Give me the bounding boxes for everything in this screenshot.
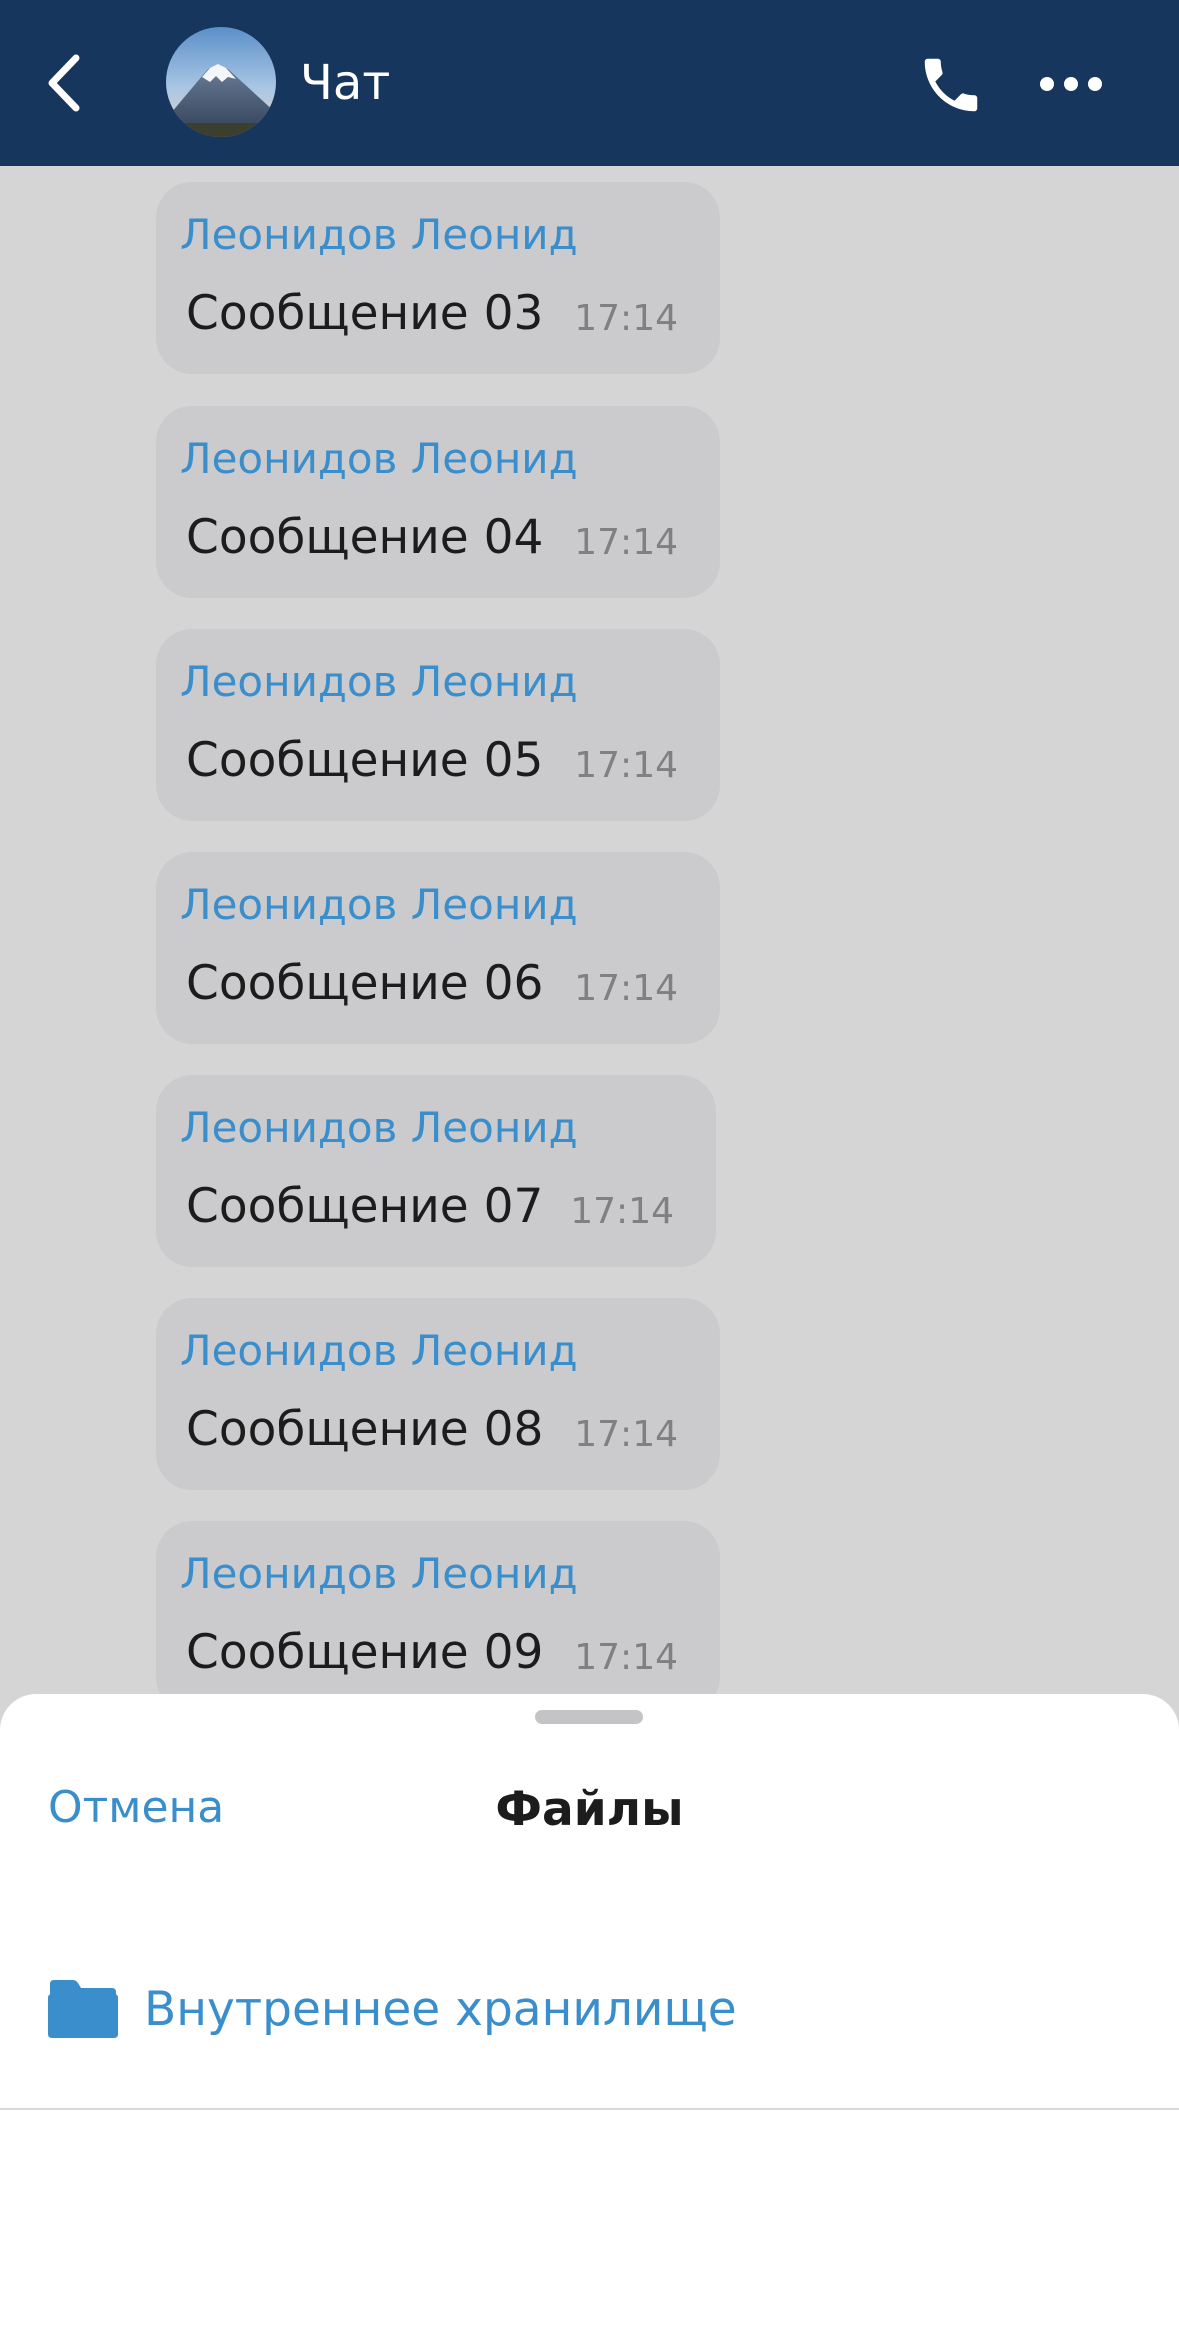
message-time: 17:14	[574, 1637, 678, 1678]
avatar[interactable]	[166, 27, 276, 137]
message-text: Сообщение 08	[186, 1402, 544, 1457]
internal-storage-item[interactable]: Внутреннее хранилище	[0, 1944, 1179, 2104]
message-time: 17:14	[574, 1414, 678, 1455]
message-time: 17:14	[574, 298, 678, 339]
message-text: Сообщение 03	[186, 286, 544, 341]
mountain-avatar-image	[166, 27, 276, 137]
phone-icon	[924, 58, 978, 112]
message-sender[interactable]: Леонидов Леонид	[180, 1324, 578, 1378]
message-time: 17:14	[574, 968, 678, 1009]
back-button[interactable]	[40, 48, 92, 118]
message-text: Сообщение 07	[186, 1179, 544, 1234]
message-bubble[interactable]: Леонидов Леонид Сообщение 06 17:14	[156, 852, 720, 1044]
message-sender[interactable]: Леонидов Леонид	[180, 1101, 578, 1155]
message-sender[interactable]: Леонидов Леонид	[180, 432, 578, 486]
chevron-left-icon	[48, 54, 80, 112]
message-sender[interactable]: Леонидов Леонид	[180, 208, 578, 262]
message-time: 17:14	[574, 745, 678, 786]
folder-icon	[48, 1980, 118, 2038]
more-button[interactable]	[1036, 54, 1106, 114]
message-text: Сообщение 09	[186, 1625, 544, 1680]
message-text: Сообщение 04	[186, 510, 544, 565]
files-bottom-sheet: Файлы Отмена Внутреннее хранилище	[0, 1694, 1179, 2336]
chat-title[interactable]: Чат	[300, 52, 390, 114]
message-bubble[interactable]: Леонидов Леонид Сообщение 09 17:14	[156, 1521, 720, 1700]
message-sender[interactable]: Леонидов Леонид	[180, 878, 578, 932]
message-text: Сообщение 05	[186, 733, 544, 788]
message-sender[interactable]: Леонидов Леонид	[180, 655, 578, 709]
message-text: Сообщение 06	[186, 956, 544, 1011]
message-list[interactable]: Леонидов Леонид Сообщение 03 17:14 Леони…	[0, 166, 1179, 1700]
message-time: 17:14	[570, 1191, 674, 1232]
message-time: 17:14	[574, 522, 678, 563]
message-sender[interactable]: Леонидов Леонид	[180, 1547, 578, 1601]
internal-storage-label: Внутреннее хранилище	[144, 1982, 737, 2037]
message-bubble[interactable]: Леонидов Леонид Сообщение 05 17:14	[156, 629, 720, 821]
cancel-button[interactable]: Отмена	[48, 1780, 224, 1836]
sheet-grabber-handle[interactable]	[535, 1710, 643, 1724]
message-bubble[interactable]: Леонидов Леонид Сообщение 04 17:14	[156, 406, 720, 598]
divider	[0, 2108, 1179, 2110]
message-bubble[interactable]: Леонидов Леонид Сообщение 03 17:14	[156, 182, 720, 374]
call-button[interactable]	[916, 50, 986, 120]
more-horizontal-icon	[1040, 77, 1102, 91]
message-bubble[interactable]: Леонидов Леонид Сообщение 08 17:14	[156, 1298, 720, 1490]
chat-header: Чат	[0, 0, 1179, 166]
message-bubble[interactable]: Леонидов Леонид Сообщение 07 17:14	[156, 1075, 716, 1267]
